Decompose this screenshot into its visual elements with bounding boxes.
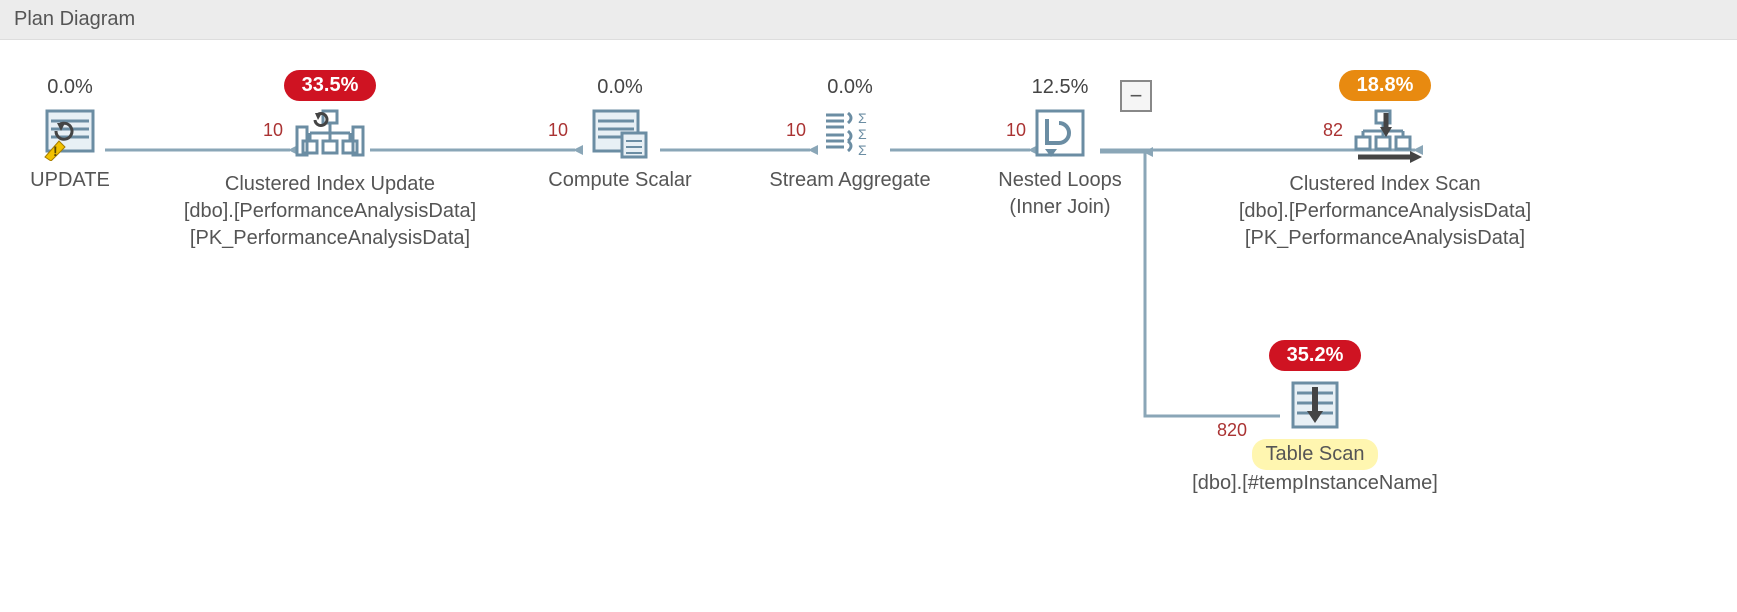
node-title: Stream Aggregate xyxy=(750,167,950,194)
node-title: UPDATE xyxy=(10,167,130,194)
clustered-index-update-icon xyxy=(295,107,365,165)
node-clustered-index-scan[interactable]: 18.8% Clustered Index Scan [dbo].[Perfor… xyxy=(1220,70,1550,252)
svg-text:!: ! xyxy=(53,143,58,159)
node-detail: [dbo].[PerformanceAnalysisData] xyxy=(165,198,495,225)
node-detail: [dbo].[PerformanceAnalysisData] xyxy=(1220,198,1550,225)
cost-label: 0.0% xyxy=(827,76,873,99)
cost-label: 12.5% xyxy=(1032,76,1089,99)
cost-badge: 33.5% xyxy=(284,70,377,101)
node-detail: [PK_PerformanceAnalysisData] xyxy=(1220,225,1550,252)
node-title: Compute Scalar xyxy=(520,167,720,194)
stream-aggregate-icon: Σ Σ Σ xyxy=(818,105,882,161)
panel-header: Plan Diagram xyxy=(0,0,1737,40)
svg-text:Σ: Σ xyxy=(858,142,867,158)
node-title: Clustered Index Scan xyxy=(1220,171,1550,198)
node-nested-loops[interactable]: 12.5% Nested Loops (Inner Join) xyxy=(975,76,1145,221)
node-update[interactable]: 0.0% ! UPDATE xyxy=(10,76,130,194)
cost-label: 0.0% xyxy=(47,76,93,99)
node-title: Nested Loops xyxy=(975,167,1145,194)
node-clustered-index-update[interactable]: 33.5% Clustered Index Update [dbo].[Perf… xyxy=(165,70,495,252)
plan-canvas[interactable]: 10 10 10 10 82 820 − 0.0% ! UPDATE 33.5% xyxy=(0,40,1737,600)
nested-loops-icon xyxy=(1031,105,1089,161)
node-table-scan[interactable]: 35.2% Table Scan [dbo].[#tempInstanceNam… xyxy=(1165,340,1465,497)
compute-scalar-icon xyxy=(588,105,652,161)
cost-badge: 35.2% xyxy=(1269,340,1362,371)
node-detail: [dbo].[#tempInstanceName] xyxy=(1165,470,1465,497)
node-title: Clustered Index Update xyxy=(165,171,495,198)
node-title: Table Scan xyxy=(1252,439,1379,470)
update-icon: ! xyxy=(41,105,99,161)
node-stream-aggregate[interactable]: 0.0% Σ Σ Σ Stream Aggregate xyxy=(750,76,950,194)
cost-badge: 18.8% xyxy=(1339,70,1432,101)
node-subtitle: (Inner Join) xyxy=(975,194,1145,221)
table-scan-icon xyxy=(1285,377,1345,433)
clustered-index-scan-icon xyxy=(1346,107,1424,165)
panel-title: Plan Diagram xyxy=(14,8,135,30)
node-compute-scalar[interactable]: 0.0% Compute Scalar xyxy=(520,76,720,194)
svg-text:Σ: Σ xyxy=(858,126,867,142)
node-detail: [PK_PerformanceAnalysisData] xyxy=(165,225,495,252)
cost-label: 0.0% xyxy=(597,76,643,99)
svg-text:Σ: Σ xyxy=(858,110,867,126)
